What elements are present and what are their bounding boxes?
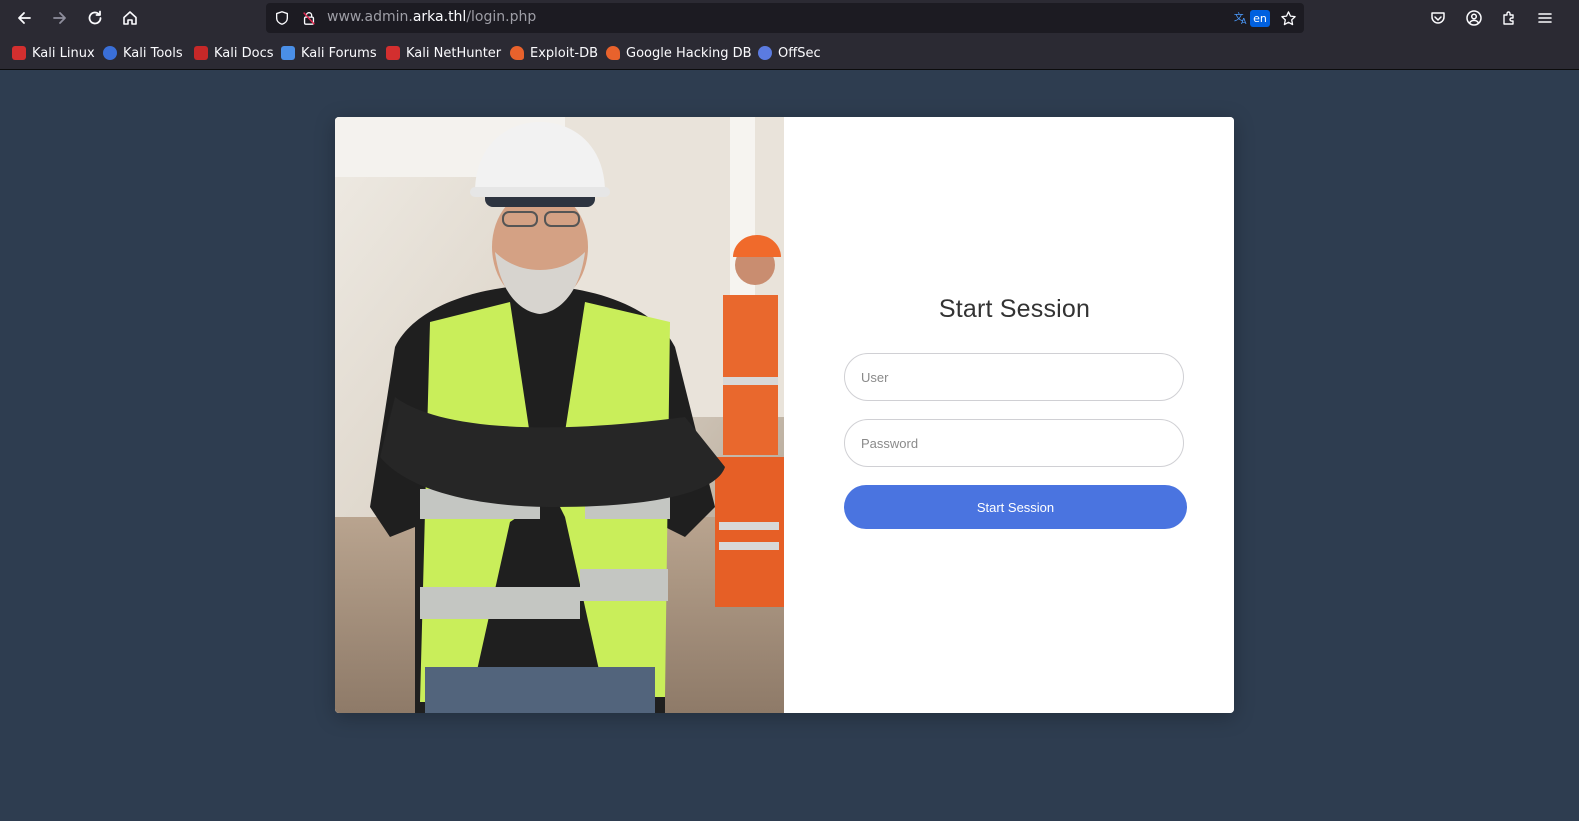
account-button[interactable] bbox=[1462, 6, 1486, 30]
back-button[interactable] bbox=[12, 6, 36, 30]
bookmark-exploit-db[interactable]: Exploit-DB bbox=[510, 45, 598, 61]
bookmark-kali-docs[interactable]: Kali Docs bbox=[194, 45, 274, 61]
browser-toolbar: www.admin.arka.thl/login.php 文A en bbox=[0, 0, 1579, 36]
bookmark-label: Kali Tools bbox=[123, 45, 183, 61]
url-path: /login.php bbox=[466, 9, 537, 25]
bookmark-kali-linux[interactable]: Kali Linux bbox=[12, 45, 95, 61]
insecure-lock-icon[interactable] bbox=[300, 9, 318, 27]
arrow-right-icon bbox=[53, 12, 66, 24]
bookmark-kali-nethunter[interactable]: Kali NetHunter bbox=[386, 45, 501, 61]
bookmark-kali-tools[interactable]: Kali Tools bbox=[103, 45, 183, 61]
bookmark-label: OffSec bbox=[778, 45, 821, 61]
url-text[interactable]: www.admin.arka.thl/login.php bbox=[327, 9, 536, 25]
bookmark-label: Kali Linux bbox=[32, 45, 95, 61]
puzzle-icon bbox=[1503, 11, 1514, 25]
exploit-db-icon bbox=[510, 46, 524, 60]
password-input[interactable] bbox=[844, 419, 1184, 467]
bookmark-label: Kali Forums bbox=[301, 45, 377, 61]
reload-icon bbox=[88, 10, 102, 25]
bookmark-label: Google Hacking DB bbox=[626, 45, 752, 61]
url-host: arka.thl bbox=[412, 9, 467, 25]
bookmark-offsec[interactable]: OffSec bbox=[758, 45, 821, 61]
bookmarks-toolbar: Kali Linux Kali Tools Kali Docs Kali For… bbox=[0, 36, 1579, 70]
kali-nethunter-icon bbox=[386, 46, 400, 60]
extensions-button[interactable] bbox=[1497, 6, 1521, 30]
menu-button[interactable] bbox=[1533, 6, 1557, 30]
home-icon bbox=[123, 11, 137, 25]
translate-language-badge[interactable]: en bbox=[1250, 10, 1270, 27]
bookmark-google-hacking-db[interactable]: Google Hacking DB bbox=[606, 45, 752, 61]
address-bar[interactable]: www.admin.arka.thl/login.php 文A en bbox=[266, 3, 1304, 33]
login-title: Start Session bbox=[938, 295, 1091, 323]
svg-text:A: A bbox=[1241, 17, 1247, 26]
start-session-button[interactable]: Start Session bbox=[844, 485, 1187, 529]
worker-photo bbox=[335, 117, 784, 713]
url-prefix: www.admin. bbox=[327, 9, 413, 25]
pocket-button[interactable] bbox=[1426, 6, 1450, 30]
bookmark-label: Kali NetHunter bbox=[406, 45, 502, 61]
bookmark-label: Kali Docs bbox=[214, 45, 274, 61]
arrow-left-icon bbox=[18, 12, 31, 24]
reload-button[interactable] bbox=[83, 6, 107, 30]
pocket-icon bbox=[1431, 12, 1445, 24]
kali-tools-icon bbox=[103, 46, 117, 60]
shield-icon[interactable] bbox=[273, 9, 291, 27]
kali-docs-icon bbox=[194, 46, 208, 60]
home-button[interactable] bbox=[118, 6, 142, 30]
login-card: Start Session Start Session bbox=[335, 117, 1234, 713]
bookmark-star-icon[interactable] bbox=[1279, 9, 1297, 27]
account-icon bbox=[1466, 10, 1482, 26]
kali-forums-icon bbox=[281, 46, 295, 60]
bookmark-label: Exploit-DB bbox=[530, 45, 599, 61]
google-hacking-db-icon bbox=[606, 46, 620, 60]
kali-linux-icon bbox=[12, 46, 26, 60]
login-form-pane: Start Session Start Session bbox=[784, 117, 1234, 713]
translate-icon[interactable]: 文A bbox=[1232, 9, 1250, 27]
forward-button[interactable] bbox=[48, 6, 72, 30]
user-input[interactable] bbox=[844, 353, 1184, 401]
offsec-icon bbox=[758, 46, 772, 60]
bookmark-kali-forums[interactable]: Kali Forums bbox=[281, 45, 377, 61]
hamburger-menu-icon bbox=[1538, 13, 1552, 23]
